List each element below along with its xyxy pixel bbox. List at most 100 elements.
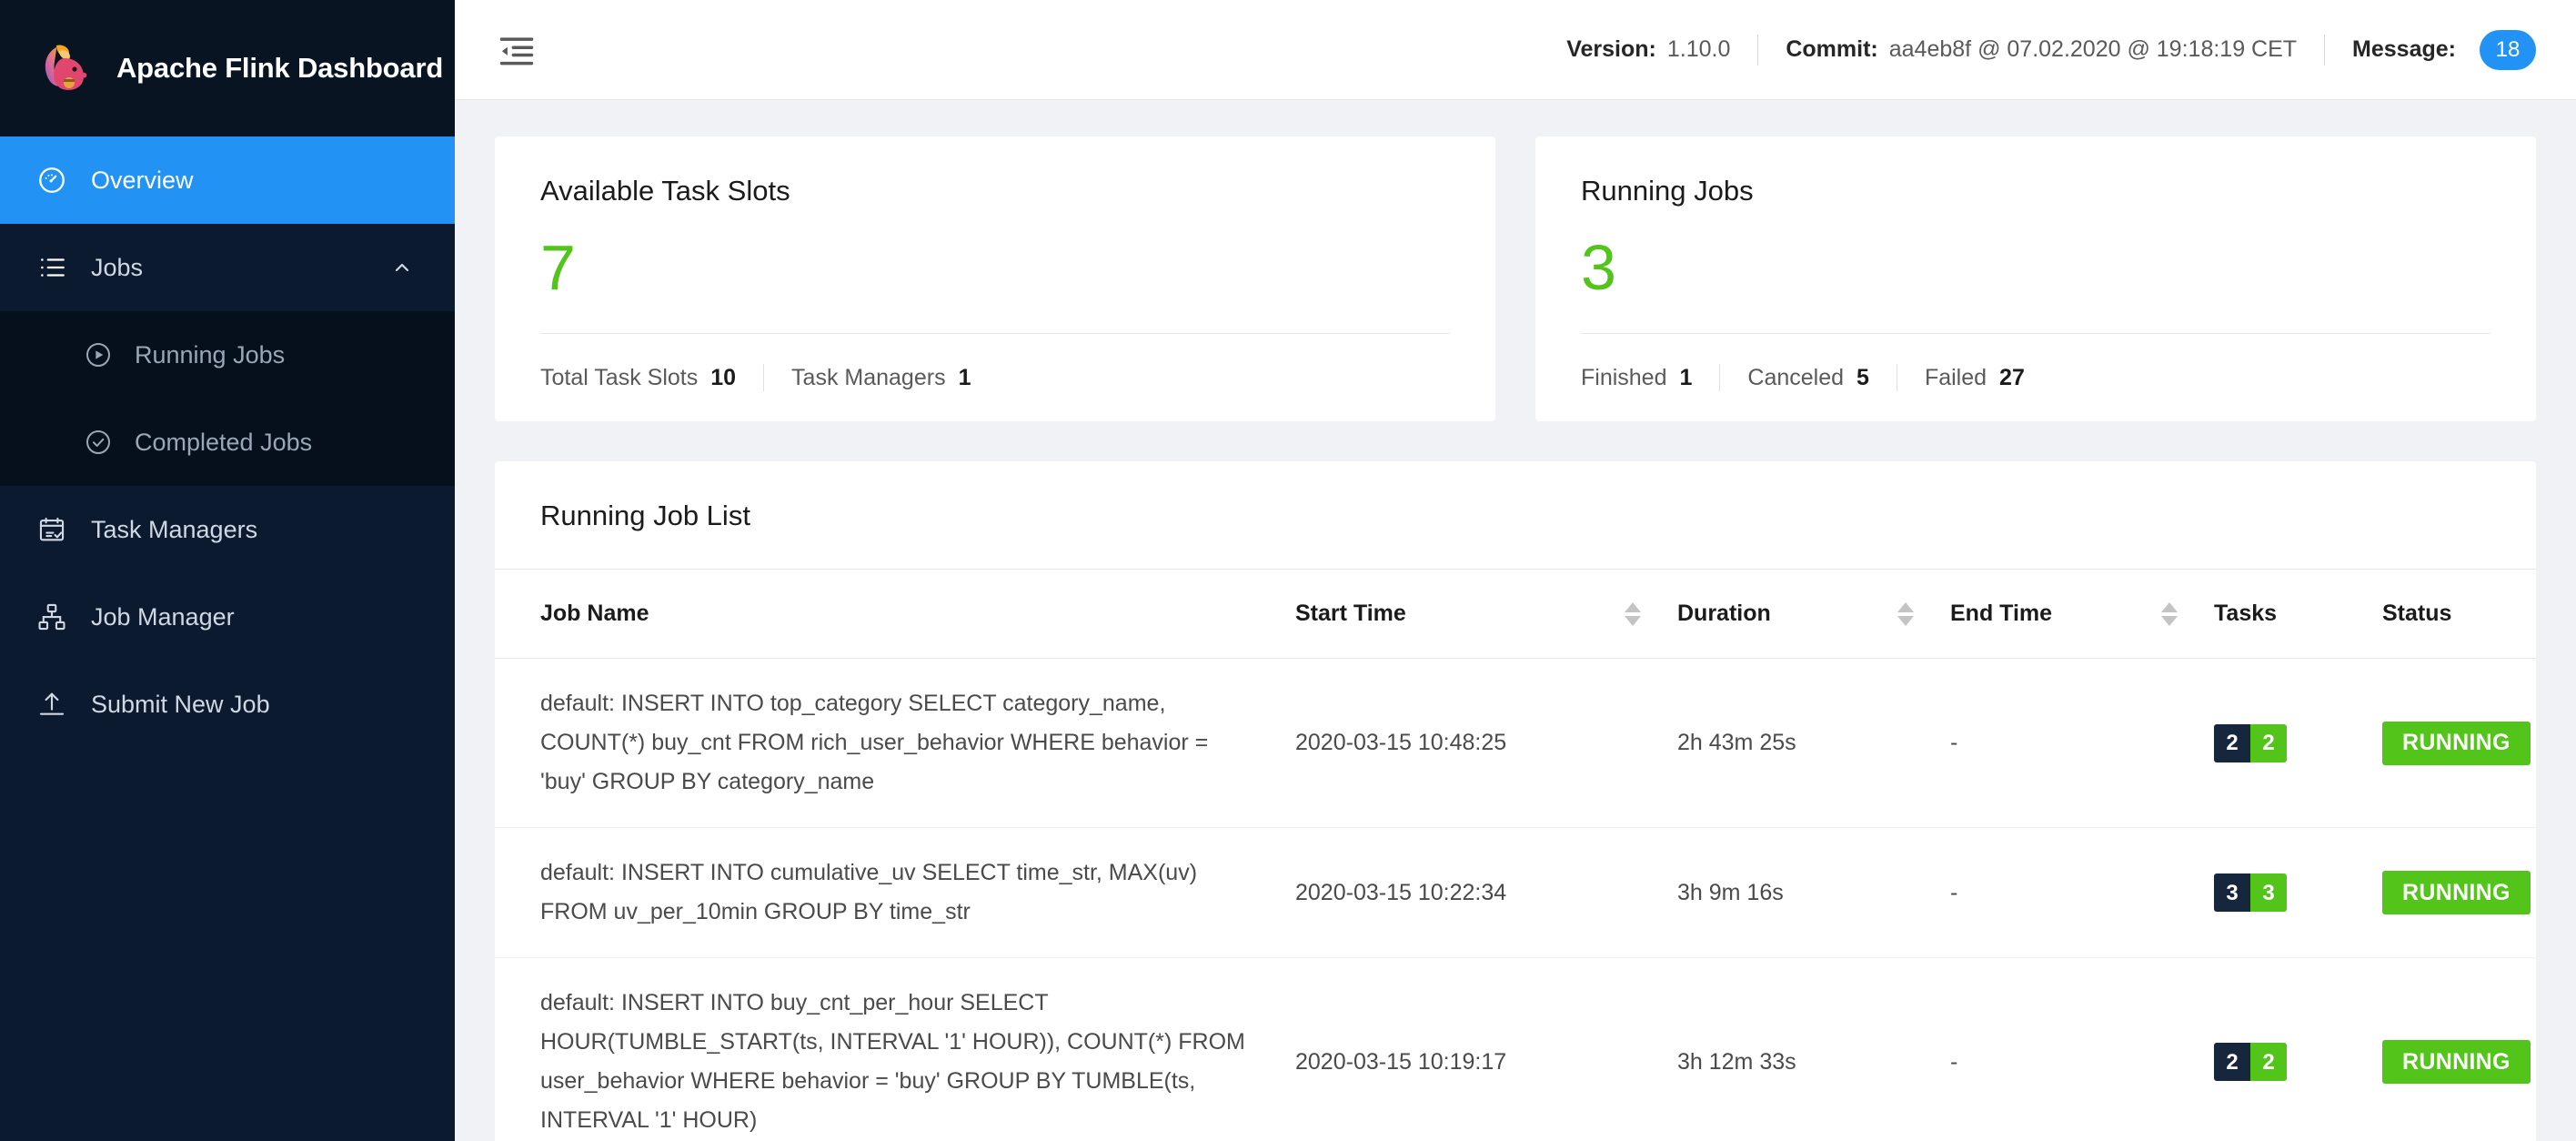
brand-title: Apache Flink Dashboard	[116, 52, 444, 84]
tasks-badge: 22	[2214, 723, 2287, 762]
available-task-slots-value: 7	[540, 232, 576, 303]
cluster-icon	[36, 601, 67, 632]
column-label: End Time	[1950, 601, 2053, 626]
sidebar-item-overview[interactable]: Overview	[0, 136, 455, 224]
flink-squirrel-logo-icon	[36, 40, 93, 96]
message-label: Message:	[2352, 36, 2456, 62]
status-badge: RUNNING	[2382, 721, 2531, 765]
failed-stat: Failed 27	[1925, 365, 2025, 391]
stat-cards-row: Available Task Slots 7 Total Task Slots …	[495, 136, 2536, 421]
stat-value: 5	[1857, 364, 1869, 390]
cell-start-time: 2020-03-15 10:22:34	[1295, 827, 1677, 958]
column-label: Duration	[1677, 601, 1771, 626]
table-row[interactable]: default: INSERT INTO top_category SELECT…	[495, 658, 2536, 828]
commit-label: Commit:	[1786, 36, 1878, 62]
cell-tasks: 22	[2214, 957, 2382, 1141]
sidebar-item-label: Task Managers	[91, 515, 258, 543]
card-footer: Finished 1 Canceled 5 Failed 27	[1581, 334, 2490, 421]
list-icon	[36, 252, 67, 283]
column-header-duration[interactable]: Duration	[1677, 570, 1950, 659]
stat-value: 1	[958, 364, 971, 390]
stat-value: 10	[710, 364, 737, 390]
topbar-info: Version: 1.10.0 Commit: aa4eb8f @ 07.02.…	[1566, 29, 2536, 70]
stat-label: Task Managers	[791, 364, 946, 390]
sidebar-item-label: Job Manager	[91, 602, 235, 631]
tasks-running: 2	[2250, 723, 2287, 762]
cell-start-time: 2020-03-15 10:48:25	[1295, 658, 1677, 828]
schedule-check-icon	[36, 514, 67, 545]
stat-value: 27	[1999, 364, 2025, 390]
flink-dashboard: Apache Flink Dashboard Overview Jobs Run…	[0, 0, 2576, 1141]
table-body: default: INSERT INTO top_category SELECT…	[495, 658, 2536, 1141]
running-jobs-card: Running Jobs 3 Finished 1 Canceled 5 Fai…	[1535, 136, 2536, 421]
divider	[2324, 34, 2326, 66]
sort-icon[interactable]	[1897, 601, 1914, 626]
brand-header[interactable]: Apache Flink Dashboard	[0, 0, 455, 136]
divider	[1757, 34, 1759, 66]
column-header-start-time[interactable]: Start Time	[1295, 570, 1677, 659]
table-row[interactable]: default: INSERT INTO cumulative_uv SELEC…	[495, 827, 2536, 958]
version-label: Version:	[1566, 36, 1656, 62]
message-count-badge[interactable]: 18	[2480, 29, 2536, 70]
stat-label: Finished	[1581, 364, 1667, 390]
cell-status: RUNNING	[2382, 658, 2536, 828]
page-title: Running Job List	[495, 461, 2536, 570]
cell-end-time: -	[1950, 658, 2214, 828]
table-row[interactable]: default: INSERT INTO buy_cnt_per_hour SE…	[495, 957, 2536, 1141]
running-jobs-value: 3	[1581, 232, 1616, 303]
table-header-row: Job Name Start Time Duration End Time Ta…	[495, 570, 2536, 659]
status-badge: RUNNING	[2382, 1040, 2531, 1084]
check-circle-icon	[84, 428, 113, 457]
sidebar-item-label: Jobs	[91, 253, 144, 281]
running-jobs-table: Job Name Start Time Duration End Time Ta…	[495, 570, 2536, 1141]
cell-job-name[interactable]: default: INSERT INTO cumulative_uv SELEC…	[495, 827, 1295, 958]
cell-end-time: -	[1950, 957, 2214, 1141]
task-managers-stat: Task Managers 1	[791, 365, 971, 391]
card-title: Available Task Slots	[540, 175, 790, 207]
jobs-submenu: Running Jobs Completed Jobs	[0, 311, 455, 486]
sidebar-item-job-manager[interactable]: Job Manager	[0, 573, 455, 661]
cell-job-name[interactable]: default: INSERT INTO buy_cnt_per_hour SE…	[495, 957, 1295, 1141]
card-footer: Total Task Slots 10 Task Managers 1	[540, 334, 1450, 421]
chevron-up-icon[interactable]	[391, 257, 413, 278]
column-label: Job Name	[540, 601, 649, 626]
table-header: Job Name Start Time Duration End Time Ta…	[495, 570, 2536, 659]
column-header-status[interactable]: Status	[2382, 570, 2536, 659]
divider	[763, 364, 765, 391]
tasks-badge: 22	[2214, 1043, 2287, 1081]
cell-tasks: 22	[2214, 658, 2382, 828]
tasks-total: 2	[2214, 1043, 2250, 1081]
sidebar-item-task-managers[interactable]: Task Managers	[0, 486, 455, 573]
dashboard-icon	[36, 165, 67, 196]
stat-value: 1	[1679, 364, 1693, 390]
running-job-list-card: Running Job List Job Name Start Time Dur…	[495, 461, 2536, 1141]
column-label: Start Time	[1295, 601, 1406, 626]
total-task-slots-stat: Total Task Slots 10	[540, 365, 736, 391]
sidebar-item-jobs[interactable]: Jobs	[0, 224, 455, 311]
version-value: 1.10.0	[1666, 36, 1731, 62]
sidebar-item-submit-new-job[interactable]: Submit New Job	[0, 661, 455, 748]
tasks-badge: 33	[2214, 873, 2287, 912]
stat-label: Canceled	[1747, 364, 1845, 390]
canceled-stat: Canceled 5	[1747, 365, 1869, 391]
status-badge: RUNNING	[2382, 871, 2531, 914]
available-task-slots-card: Available Task Slots 7 Total Task Slots …	[495, 136, 1495, 421]
sort-icon[interactable]	[1625, 601, 1641, 626]
sidebar-item-running-jobs[interactable]: Running Jobs	[0, 311, 455, 399]
sidebar: Apache Flink Dashboard Overview Jobs Run…	[0, 0, 455, 1141]
cell-job-name[interactable]: default: INSERT INTO top_category SELECT…	[495, 658, 1295, 828]
divider	[1719, 364, 1721, 391]
sidebar-item-label: Completed Jobs	[135, 428, 313, 456]
column-header-end-time[interactable]: End Time	[1950, 570, 2214, 659]
stat-label: Total Task Slots	[540, 364, 699, 390]
sidebar-item-label: Overview	[91, 166, 194, 194]
main-area: Version: 1.10.0 Commit: aa4eb8f @ 07.02.…	[455, 0, 2576, 1141]
stat-label: Failed	[1924, 364, 1987, 390]
content: Available Task Slots 7 Total Task Slots …	[455, 100, 2576, 1141]
menu-fold-icon[interactable]	[495, 28, 538, 72]
column-header-job-name: Job Name	[495, 570, 1295, 659]
sort-icon[interactable]	[2161, 601, 2178, 626]
sidebar-item-completed-jobs[interactable]: Completed Jobs	[0, 399, 455, 486]
commit-value: aa4eb8f @ 07.02.2020 @ 19:18:19 CET	[1888, 36, 2298, 62]
tasks-total: 3	[2214, 873, 2250, 912]
